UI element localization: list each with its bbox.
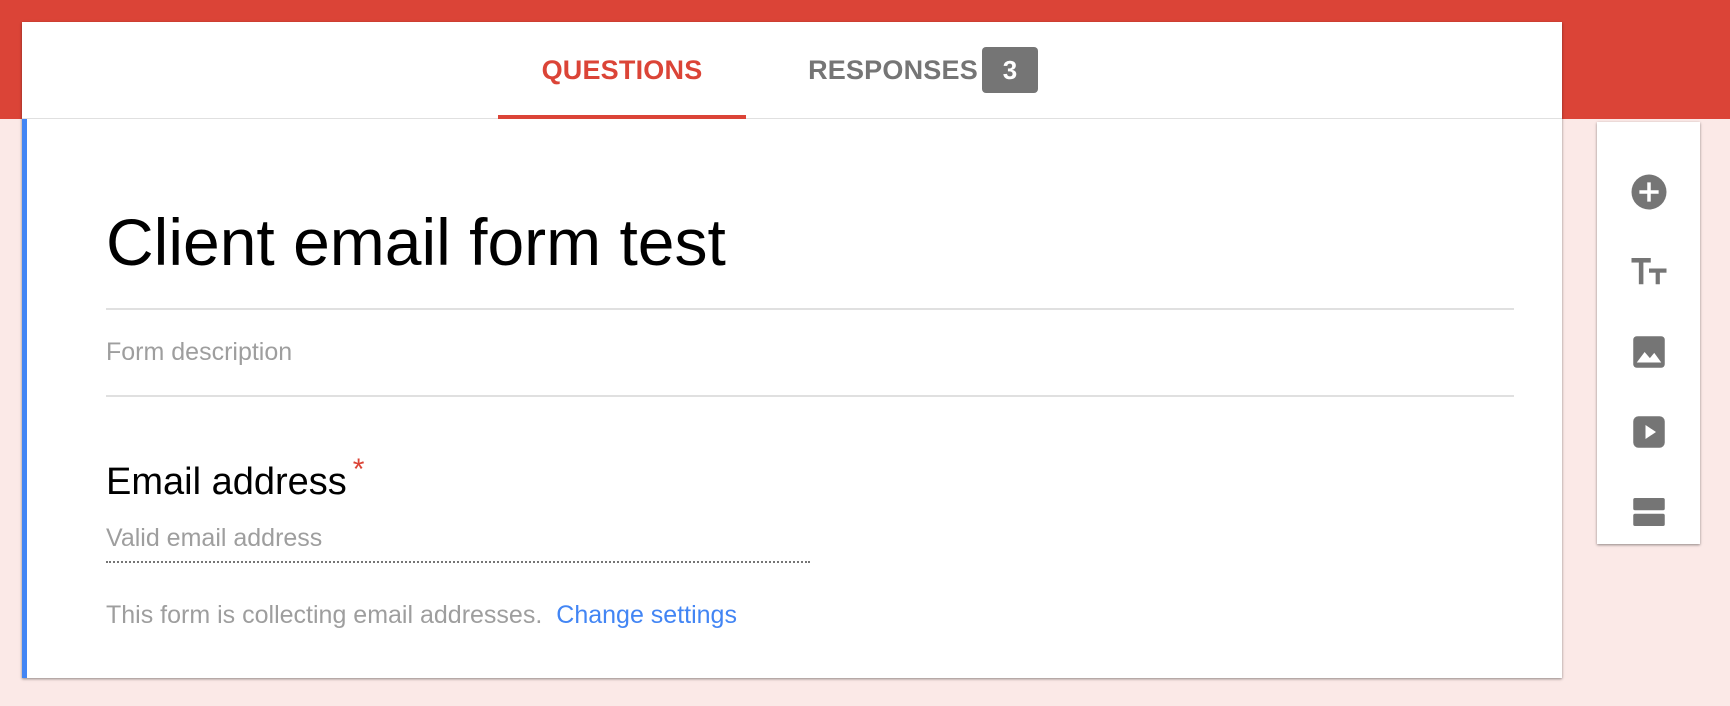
add-image-button[interactable] [1627, 330, 1671, 374]
side-toolbar [1597, 122, 1700, 544]
add-circle-icon [1628, 171, 1670, 213]
question-title: Email address * [106, 453, 364, 504]
collect-email-text: This form is collecting email addresses. [106, 601, 543, 629]
add-section-button[interactable] [1627, 490, 1671, 534]
title-underline [106, 308, 1514, 310]
section-icon [1628, 491, 1670, 533]
tab-responses[interactable]: RESPONSES [784, 22, 1002, 118]
form-card: QUESTIONS RESPONSES 3 Client email form … [22, 22, 1562, 678]
image-icon [1628, 331, 1670, 373]
collect-email-notice: This form is collecting email addresses.… [106, 601, 737, 630]
question-title-text: Email address [106, 461, 347, 503]
tab-questions-label: QUESTIONS [541, 55, 703, 85]
change-settings-link[interactable]: Change settings [556, 601, 737, 629]
email-answer-field: Valid email address [106, 524, 323, 552]
add-question-button[interactable] [1627, 170, 1671, 214]
add-title-button[interactable] [1627, 250, 1671, 294]
form-header-section: Client email form test Form description … [22, 119, 1562, 678]
tab-responses-label: RESPONSES [808, 55, 978, 85]
form-description-field[interactable]: Form description [106, 338, 292, 367]
required-asterisk: * [352, 453, 365, 486]
form-title[interactable]: Client email form test [106, 209, 726, 275]
video-icon [1628, 411, 1670, 453]
tab-questions[interactable]: QUESTIONS [498, 22, 746, 119]
add-video-button[interactable] [1627, 410, 1671, 454]
responses-count-badge[interactable]: 3 [982, 47, 1038, 93]
answer-dotted-underline [106, 561, 810, 563]
tabs-bar: QUESTIONS RESPONSES 3 [22, 22, 1562, 119]
description-underline [106, 395, 1514, 397]
title-text-icon [1628, 251, 1670, 293]
active-section-indicator [22, 119, 27, 678]
